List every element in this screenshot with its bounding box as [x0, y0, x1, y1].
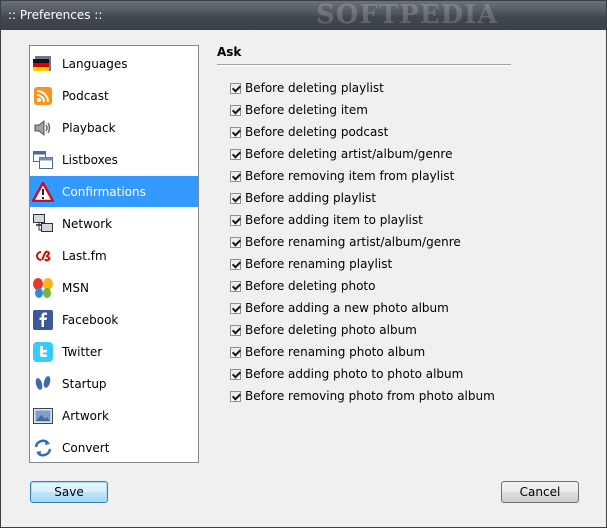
option-before-renaming-playlist[interactable]: Before renaming playlist [230, 255, 392, 273]
option-label: Before deleting photo [245, 279, 376, 293]
sidebar-item-msn[interactable]: MSN [30, 272, 198, 303]
checkbox[interactable] [230, 346, 241, 358]
checkbox[interactable] [230, 280, 241, 292]
option-label: Before adding a new photo album [245, 301, 449, 315]
rss-icon [32, 85, 54, 107]
option-before-adding-item-to-playlist[interactable]: Before adding item to playlist [230, 211, 423, 229]
checkbox[interactable] [230, 170, 241, 182]
checkbox[interactable] [230, 302, 241, 314]
checkbox[interactable] [230, 368, 241, 380]
sidebar-item-languages[interactable]: Languages [30, 48, 198, 79]
lastfm-icon [32, 245, 54, 267]
option-label: Before deleting playlist [245, 81, 384, 95]
option-label: Before deleting photo album [245, 323, 417, 337]
dialog-body: Languages Podcast Playback Listboxes Con… [9, 30, 598, 521]
sidebar-item-twitter[interactable]: Twitter [30, 336, 198, 367]
sidebar-item-label: Podcast [62, 88, 109, 103]
option-label: Before adding item to playlist [245, 213, 423, 227]
checkbox[interactable] [230, 324, 241, 336]
option-label: Before deleting item [245, 103, 368, 117]
option-label: Before deleting artist/album/genre [245, 147, 453, 161]
twitter-icon [32, 341, 54, 363]
watermark: SOFTPEDIA [316, 0, 499, 30]
warning-triangle-icon [32, 181, 54, 203]
msn-butterfly-icon [32, 277, 54, 299]
sidebar-item-artwork[interactable]: Artwork [30, 400, 198, 431]
artwork-picture-icon [32, 405, 54, 427]
sidebar-item-label: Languages [62, 56, 128, 71]
preferences-window: :: Preferences :: SOFTPEDIA Languages Po… [0, 0, 607, 528]
checkbox[interactable] [230, 236, 241, 248]
option-before-adding-new-photo-album[interactable]: Before adding a new photo album [230, 299, 449, 317]
sidebar-item-label: Listboxes [62, 152, 118, 167]
sidebar-item-label: MSN [62, 280, 89, 295]
convert-arrows-icon [32, 437, 54, 459]
window-title: :: Preferences :: [8, 8, 103, 22]
option-label: Before deleting podcast [245, 125, 389, 139]
option-before-deleting-item[interactable]: Before deleting item [230, 101, 368, 119]
sidebar-item-label: Artwork [62, 408, 109, 423]
sidebar-item-lastfm[interactable]: Last.fm [30, 240, 198, 271]
sidebar-item-facebook[interactable]: Facebook [30, 304, 198, 335]
section-divider [217, 64, 511, 66]
option-before-adding-photo-to-photo-album[interactable]: Before adding photo to photo album [230, 365, 463, 383]
option-before-renaming-photo-album[interactable]: Before renaming photo album [230, 343, 425, 361]
listbox-windows-icon [32, 149, 54, 171]
sidebar-item-label: Playback [62, 120, 116, 135]
footprints-icon [32, 373, 54, 395]
option-label: Before removing photo from photo album [245, 389, 495, 403]
sidebar-item-label: Last.fm [62, 248, 107, 263]
option-before-removing-photo-from-photo-album[interactable]: Before removing photo from photo album [230, 387, 495, 405]
checkbox[interactable] [230, 148, 241, 160]
option-before-renaming-artist-album-genre[interactable]: Before renaming artist/album/genre [230, 233, 461, 251]
sidebar-item-playback[interactable]: Playback [30, 112, 198, 143]
sidebar-item-label: Convert [62, 440, 110, 455]
option-label: Before renaming photo album [245, 345, 426, 359]
checkbox[interactable] [230, 192, 241, 204]
checkbox[interactable] [230, 258, 241, 270]
speaker-icon [32, 117, 54, 139]
checkbox[interactable] [230, 104, 241, 116]
category-list: Languages Podcast Playback Listboxes Con… [29, 45, 199, 463]
sidebar-item-label: Network [62, 216, 113, 231]
option-before-deleting-playlist[interactable]: Before deleting playlist [230, 79, 384, 97]
network-computers-icon [32, 213, 54, 235]
sidebar-item-convert[interactable]: Convert [30, 432, 198, 463]
sidebar-item-label: Confirmations [62, 184, 146, 199]
flag-germany-icon [32, 53, 54, 75]
sidebar-item-startup[interactable]: Startup [30, 368, 198, 399]
sidebar-item-label: Facebook [62, 312, 119, 327]
option-before-deleting-photo[interactable]: Before deleting photo [230, 277, 375, 295]
option-before-adding-playlist[interactable]: Before adding playlist [230, 189, 376, 207]
option-label: Before removing item from playlist [245, 169, 455, 183]
save-button[interactable]: Save [30, 481, 108, 503]
checkbox[interactable] [230, 390, 241, 402]
option-label: Before renaming playlist [245, 257, 393, 271]
checkbox[interactable] [230, 214, 241, 226]
facebook-icon [32, 309, 54, 331]
section-title: Ask [217, 45, 242, 59]
title-bar[interactable]: :: Preferences :: SOFTPEDIA [1, 1, 606, 30]
sidebar-item-podcast[interactable]: Podcast [30, 80, 198, 111]
option-before-removing-item-from-playlist[interactable]: Before removing item from playlist [230, 167, 454, 185]
sidebar-item-listboxes[interactable]: Listboxes [30, 144, 198, 175]
checkbox[interactable] [230, 126, 241, 138]
checkbox[interactable] [230, 82, 241, 94]
option-label: Before adding playlist [245, 191, 377, 205]
option-before-deleting-podcast[interactable]: Before deleting podcast [230, 123, 388, 141]
sidebar-item-confirmations[interactable]: Confirmations [30, 176, 198, 207]
option-label: Before adding photo to photo album [245, 367, 464, 381]
sidebar-item-network[interactable]: Network [30, 208, 198, 239]
sidebar-item-label: Startup [62, 376, 107, 391]
option-before-deleting-photo-album[interactable]: Before deleting photo album [230, 321, 417, 339]
sidebar-item-label: Twitter [62, 344, 103, 359]
option-before-deleting-artist-album-genre[interactable]: Before deleting artist/album/genre [230, 145, 452, 163]
cancel-button[interactable]: Cancel [501, 481, 579, 503]
option-label: Before renaming artist/album/genre [245, 235, 461, 249]
